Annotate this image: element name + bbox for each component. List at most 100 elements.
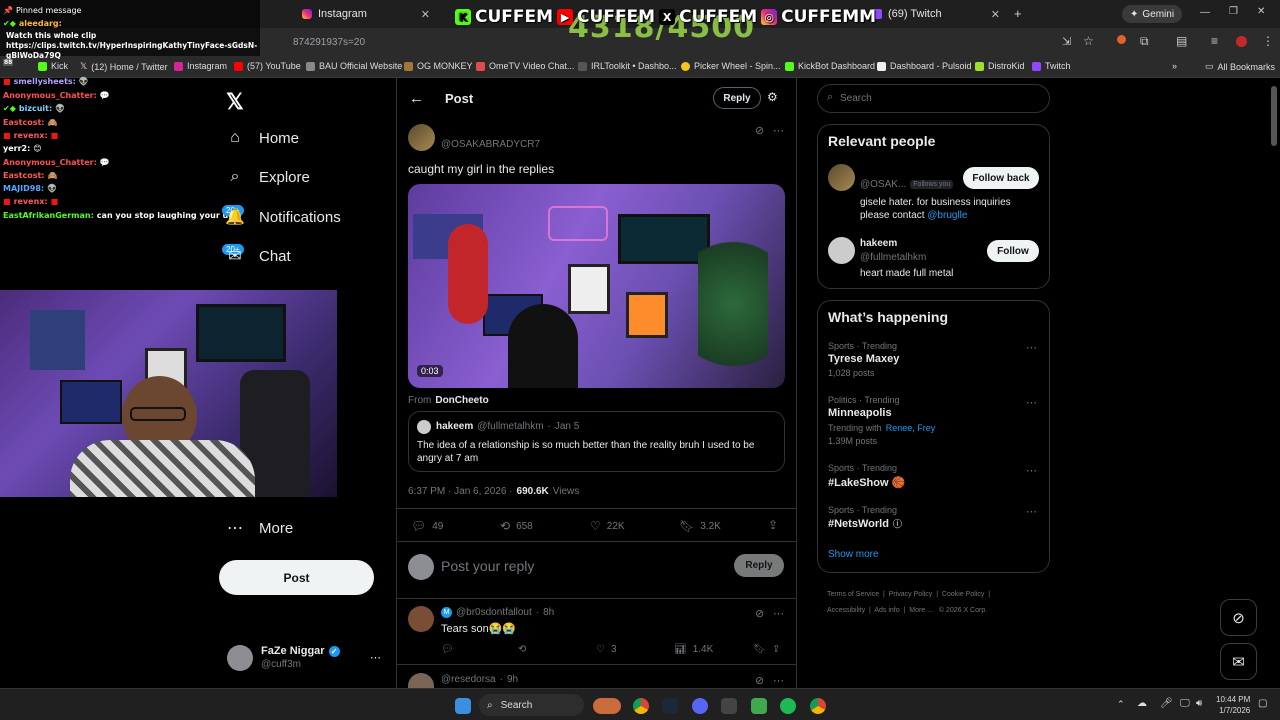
reply-bookmark-action[interactable]: 🔖︎ [753,644,766,655]
trend-menu-icon[interactable]: ⋯ [1026,464,1037,477]
star-icon[interactable]: ☆ [1083,34,1094,48]
widget-icon[interactable] [593,698,621,714]
person-handle[interactable]: @OSAK... [860,179,906,190]
settings-sliders-icon[interactable]: ⚙ [767,90,778,104]
bookmark-og-monkey[interactable]: OG MONKEY [404,61,473,71]
x-logo-icon[interactable]: 𝕏 [226,89,244,115]
profile-avatar-icon[interactable] [1236,36,1247,47]
reply-header-button[interactable]: Reply [713,87,761,109]
person-name[interactable]: hakeem [860,238,897,249]
follow-back-button[interactable]: Follow back [963,167,1039,189]
back-arrow-icon[interactable]: ← [409,90,424,107]
person-avatar[interactable] [828,237,855,264]
bookmark-twitch[interactable]: Twitch [1032,61,1071,71]
taskbar-clock[interactable]: 10:44 PM 1/7/2026 [1216,694,1250,716]
footer-link[interactable]: Privacy Policy [889,591,933,598]
bookmark-bau[interactable]: BAU Official Website [306,61,402,71]
tab-twitch[interactable]: (69) Twitch ✕ [866,4,1006,24]
close-icon[interactable]: ✕ [421,8,430,21]
steam-icon[interactable] [662,698,678,714]
nav-more[interactable]: ⋯ More [225,518,293,538]
app-icon[interactable] [751,698,767,714]
new-tab-icon[interactable]: + [1014,6,1022,21]
gemini-button[interactable]: ✦ Gemini [1122,5,1183,23]
trend-menu-icon[interactable]: ⋯ [1026,505,1037,518]
nav-explore[interactable]: ⌕ Explore [225,168,310,186]
post-button[interactable]: Post [219,560,374,595]
author-avatar[interactable] [408,124,435,151]
bookmark-ometv[interactable]: OmeTV Video Chat... [476,61,574,71]
post-menu-icon[interactable]: ⋯ [773,124,784,137]
volume-icon[interactable]: 🔊︎ [1196,698,1202,709]
reply-views-action[interactable]: 📊︎ 1.4K [674,644,713,655]
bookmark-irltoolkit[interactable]: IRLToolkit • Dashbo... [578,61,677,71]
footer-link[interactable]: Cookie Policy [942,591,984,598]
reply-reply-action[interactable]: 💬︎ [441,644,454,655]
bookmark-action[interactable]: 🔖︎ 3.2K [679,519,721,533]
author-handle[interactable]: @OSAKABRADYCR7 [441,139,540,150]
discord-icon[interactable] [692,698,708,714]
trend-menu-icon[interactable]: ⋯ [1026,341,1037,354]
from-name[interactable]: DonCheeto [435,395,488,406]
messages-floating-button[interactable]: ✉ [1220,643,1257,680]
reply-share-action[interactable]: ⇪ [772,644,780,655]
reply-submit-button[interactable]: Reply [734,554,784,577]
bio-link[interactable]: @bruglle [927,210,967,221]
all-bookmarks[interactable]: ▭ All Bookmarks [1205,61,1275,72]
mic-icon[interactable]: 🎤︎ [1160,698,1173,709]
chrome-icon[interactable] [810,698,826,714]
share-action[interactable]: ⇪ [768,518,778,532]
show-more-link[interactable]: Show more [828,549,879,560]
url-text[interactable]: 874291937s=20 [293,37,365,48]
bookmark-kickbot[interactable]: KickBot Dashboard [785,61,875,71]
nav-chat[interactable]: ✉ Chat [225,246,290,266]
grok-floating-button[interactable]: ⊘ [1220,599,1257,636]
reply-menu-icon[interactable]: ⋯ [773,674,784,687]
reply-menu-icon[interactable]: ⋯ [773,607,784,620]
extension-icon[interactable] [1117,35,1126,44]
repost-action[interactable]: ⟲ 658 [500,519,533,533]
footer-link[interactable]: Terms of Service [827,591,879,598]
bookmark-picker-wheel[interactable]: Picker Wheel - Spin... [681,61,781,71]
window-close-icon[interactable]: ✕ [1257,6,1265,17]
grok-icon[interactable]: ⊘ [755,124,764,137]
network-icon[interactable]: 🖵 [1180,698,1190,709]
person-handle[interactable]: @fullmetalhkm [860,252,926,263]
quoted-post[interactable]: hakeem @fullmetalhkm · Jan 5 The idea of… [408,411,785,472]
account-avatar[interactable] [227,645,253,671]
account-menu-icon[interactable]: ⋯ [370,651,381,664]
minimize-icon[interactable]: — [1200,7,1210,18]
grok-icon[interactable]: ⊘ [755,674,764,687]
bookmarks-overflow-icon[interactable]: » [1172,61,1177,71]
chrome-icon[interactable] [633,698,649,714]
search-box[interactable]: ⌕ Search [817,84,1050,113]
reply-input[interactable]: Post your reply [441,558,534,574]
trend-with-names[interactable]: Renee, Frey [886,423,936,433]
windows-start-icon[interactable] [455,698,471,714]
trend-menu-icon[interactable]: ⋯ [1026,396,1037,409]
spotify-icon[interactable] [780,698,796,714]
maximize-icon[interactable]: ❐ [1229,6,1238,17]
footer-link[interactable]: Accessibility [827,607,865,614]
taskbar-search[interactable]: ⌕ Search [479,694,584,716]
puzzle-icon[interactable]: ⧉ [1140,34,1149,49]
bookmark-distrokid[interactable]: DistroKid [975,61,1025,71]
nav-home[interactable]: ⌂ Home [225,129,299,147]
person-avatar[interactable] [828,164,855,191]
media-icon[interactable]: ≡ [1211,34,1218,48]
menu-icon[interactable]: ⋮ [1262,34,1274,48]
reply-like-action[interactable]: ♡ 3 [596,644,617,655]
nav-notifications[interactable]: 🔔 Notifications [225,207,341,227]
bookmark-pulsoid[interactable]: Dashboard - Pulsoid [877,61,972,71]
cloud-icon[interactable]: ☁ [1137,698,1147,709]
tray-chevron-icon[interactable]: ⌃ [1117,699,1125,710]
install-icon[interactable]: ⇲ [1062,35,1071,48]
post-video[interactable]: 0:03 [408,184,785,388]
app-icon[interactable] [721,698,737,714]
footer-link[interactable]: More ... [909,607,933,614]
tab-instagram[interactable]: Instagram ✕ [296,4,436,24]
account-name[interactable]: FaZe Niggar ✓ [261,645,340,657]
footer-link[interactable]: Ads info [874,607,899,614]
notification-center-icon[interactable]: ▢ [1258,698,1267,709]
follow-button[interactable]: Follow [987,240,1039,262]
